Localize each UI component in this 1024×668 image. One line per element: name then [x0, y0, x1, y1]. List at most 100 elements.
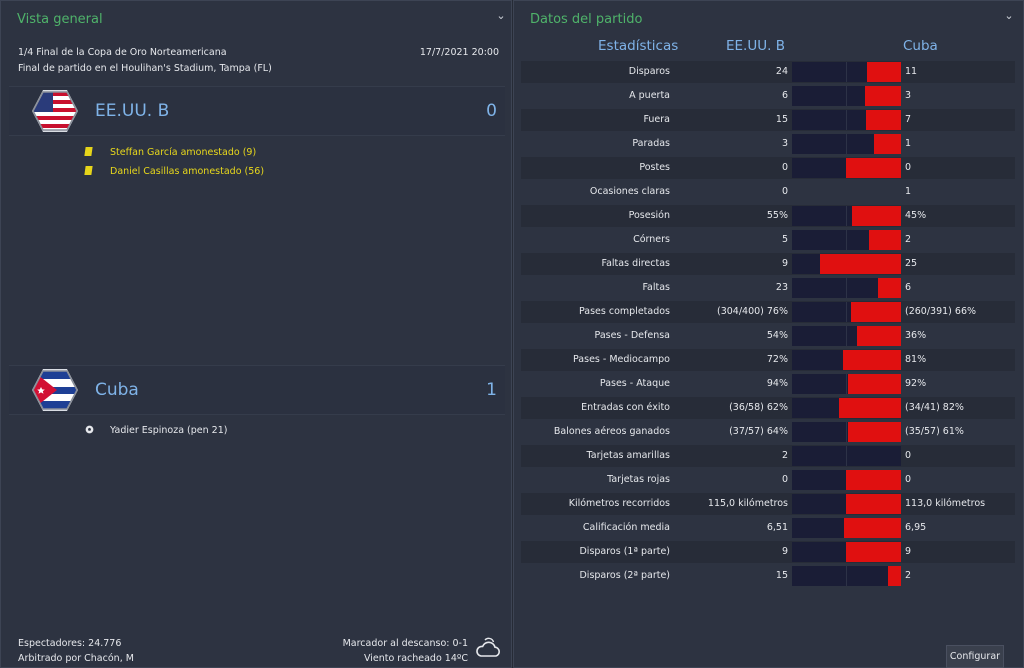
stat-away-value: (34/41) 82% — [905, 402, 964, 413]
overview-title: Vista general — [17, 12, 103, 27]
home-team-name[interactable]: EE.UU. B — [95, 101, 169, 121]
stat-bar-midline — [846, 62, 847, 82]
home-team-score: 0 — [486, 101, 497, 121]
stat-label: Pases completados — [578, 306, 670, 317]
stat-label: Faltas directas — [601, 258, 671, 269]
stat-bar-away-fill — [865, 86, 901, 106]
stat-label: Postes — [639, 162, 670, 173]
attendance-label: Espectadores: 24.776 — [18, 638, 122, 649]
stat-bar-away-fill — [846, 494, 901, 514]
stats-header-label: Estadísticas — [598, 38, 679, 54]
configure-button[interactable]: Configurar — [946, 645, 1004, 668]
stat-away-value: 9 — [905, 546, 912, 557]
stat-away-value: 6,95 — [905, 522, 927, 533]
stats-title: Datos del partido — [530, 12, 643, 27]
stat-label: Tarjetas amarillas — [586, 450, 670, 461]
stat-bar-away-fill — [839, 398, 901, 418]
stat-away-value: 113,0 kilómetros — [905, 498, 986, 509]
cloud-weather-icon — [476, 637, 500, 657]
stat-label: Disparos (1ª parte) — [579, 546, 670, 557]
stat-bar-midline — [846, 278, 847, 298]
stat-away-value: (35/57) 61% — [905, 426, 964, 437]
stat-away-value: (260/391) 66% — [905, 306, 977, 317]
stat-home-value: 0 — [781, 162, 788, 173]
stat-bar-away-fill — [888, 566, 901, 586]
stat-bar-away-fill — [846, 470, 901, 490]
stat-away-value: 2 — [905, 570, 912, 581]
stat-away-value: 1 — [905, 186, 912, 197]
cuba-flag-icon — [32, 369, 78, 411]
stat-bar — [792, 494, 901, 514]
home-team-row: EE.UU. B 0 — [9, 86, 505, 136]
weather-label: Viento racheado 14ºC — [363, 653, 468, 664]
stat-home-value: 72% — [766, 354, 788, 365]
stat-bar-away-fill — [852, 206, 901, 226]
stat-row: Tarjetas amarillas 2 0 — [521, 445, 1015, 467]
stat-bar — [792, 62, 901, 82]
stat-bar-away-fill — [857, 326, 901, 346]
stat-bar — [792, 254, 901, 274]
stat-row: Faltas 23 6 — [521, 277, 1015, 299]
stat-home-value: 6,51 — [766, 522, 788, 533]
stat-bar-away-fill — [844, 518, 901, 538]
stat-bar — [792, 374, 901, 394]
stat-label: Pases - Defensa — [594, 330, 670, 341]
stat-row: A puerta 6 3 — [521, 85, 1015, 107]
stat-label: Fuera — [643, 114, 670, 125]
stat-home-value: 55% — [766, 210, 788, 221]
stat-home-value: 0 — [781, 474, 788, 485]
stat-bar-away-fill — [878, 278, 901, 298]
stat-bar — [792, 134, 901, 154]
overview-panel: Vista general ⌄ 1/4 Final de la Copa de … — [0, 0, 512, 668]
halftime-score: Marcador al descanso: 0-1 — [342, 638, 468, 649]
stat-bar-midline — [846, 422, 847, 442]
stat-bar-away-fill — [848, 422, 901, 442]
stat-bar — [792, 542, 901, 562]
usa-flag-icon — [32, 90, 78, 132]
away-team-row: Cuba 1 — [9, 365, 505, 415]
stat-bar-away-fill — [820, 254, 901, 274]
stat-away-value: 0 — [905, 450, 912, 461]
stat-bar — [792, 302, 901, 322]
stat-row: Disparos 24 11 — [521, 61, 1015, 83]
match-datetime: 17/7/2021 20:00 — [419, 47, 499, 58]
stat-home-value: 3 — [781, 138, 788, 149]
stat-away-value: 81% — [905, 354, 927, 365]
stat-row: Posesión 55% 45% — [521, 205, 1015, 227]
stat-bar — [792, 230, 901, 250]
stat-row: Postes 0 0 — [521, 157, 1015, 179]
stat-away-value: 11 — [905, 66, 918, 77]
chevron-down-icon[interactable]: ⌄ — [493, 8, 509, 24]
chevron-down-icon[interactable]: ⌄ — [1001, 8, 1017, 24]
referee-label[interactable]: Arbitrado por Chacón, M — [18, 653, 134, 664]
event-item: Daniel Casillas amonestado (56) — [84, 166, 264, 177]
stat-bar — [792, 566, 901, 586]
stat-bar-away-fill — [869, 230, 901, 250]
stat-home-value: (37/57) 64% — [729, 426, 788, 437]
stat-home-value: 9 — [781, 258, 788, 269]
stat-away-value: 92% — [905, 378, 927, 389]
stat-away-value: 2 — [905, 234, 912, 245]
stat-bar-away-fill — [866, 110, 901, 130]
stat-home-value: 0 — [781, 186, 788, 197]
stats-header-away: Cuba — [903, 38, 938, 54]
stat-label: Disparos (2ª parte) — [579, 570, 670, 581]
away-team-name[interactable]: Cuba — [95, 380, 139, 400]
stat-bar — [792, 158, 901, 178]
stat-away-value: 0 — [905, 162, 912, 173]
stat-row: Pases completados (304/400) 76% (260/391) … — [521, 301, 1015, 323]
stat-bar-midline — [846, 302, 847, 322]
stat-bar-midline — [846, 134, 847, 154]
stat-home-value: 2 — [781, 450, 788, 461]
stat-away-value: 25 — [905, 258, 918, 269]
stat-bar-midline — [846, 230, 847, 250]
stat-row: Entradas con éxito (36/58) 62% (34/41) 82% — [521, 397, 1015, 419]
stat-label: Ocasiones claras — [589, 186, 670, 197]
stat-home-value: 23 — [775, 282, 788, 293]
stat-label: Entradas con éxito — [581, 402, 670, 413]
stat-bar-away-fill — [843, 350, 901, 370]
stat-bar — [792, 398, 901, 418]
stat-bar-midline — [846, 446, 847, 466]
stat-bar — [792, 518, 901, 538]
stat-row: Disparos (1ª parte) 9 9 — [521, 541, 1015, 563]
